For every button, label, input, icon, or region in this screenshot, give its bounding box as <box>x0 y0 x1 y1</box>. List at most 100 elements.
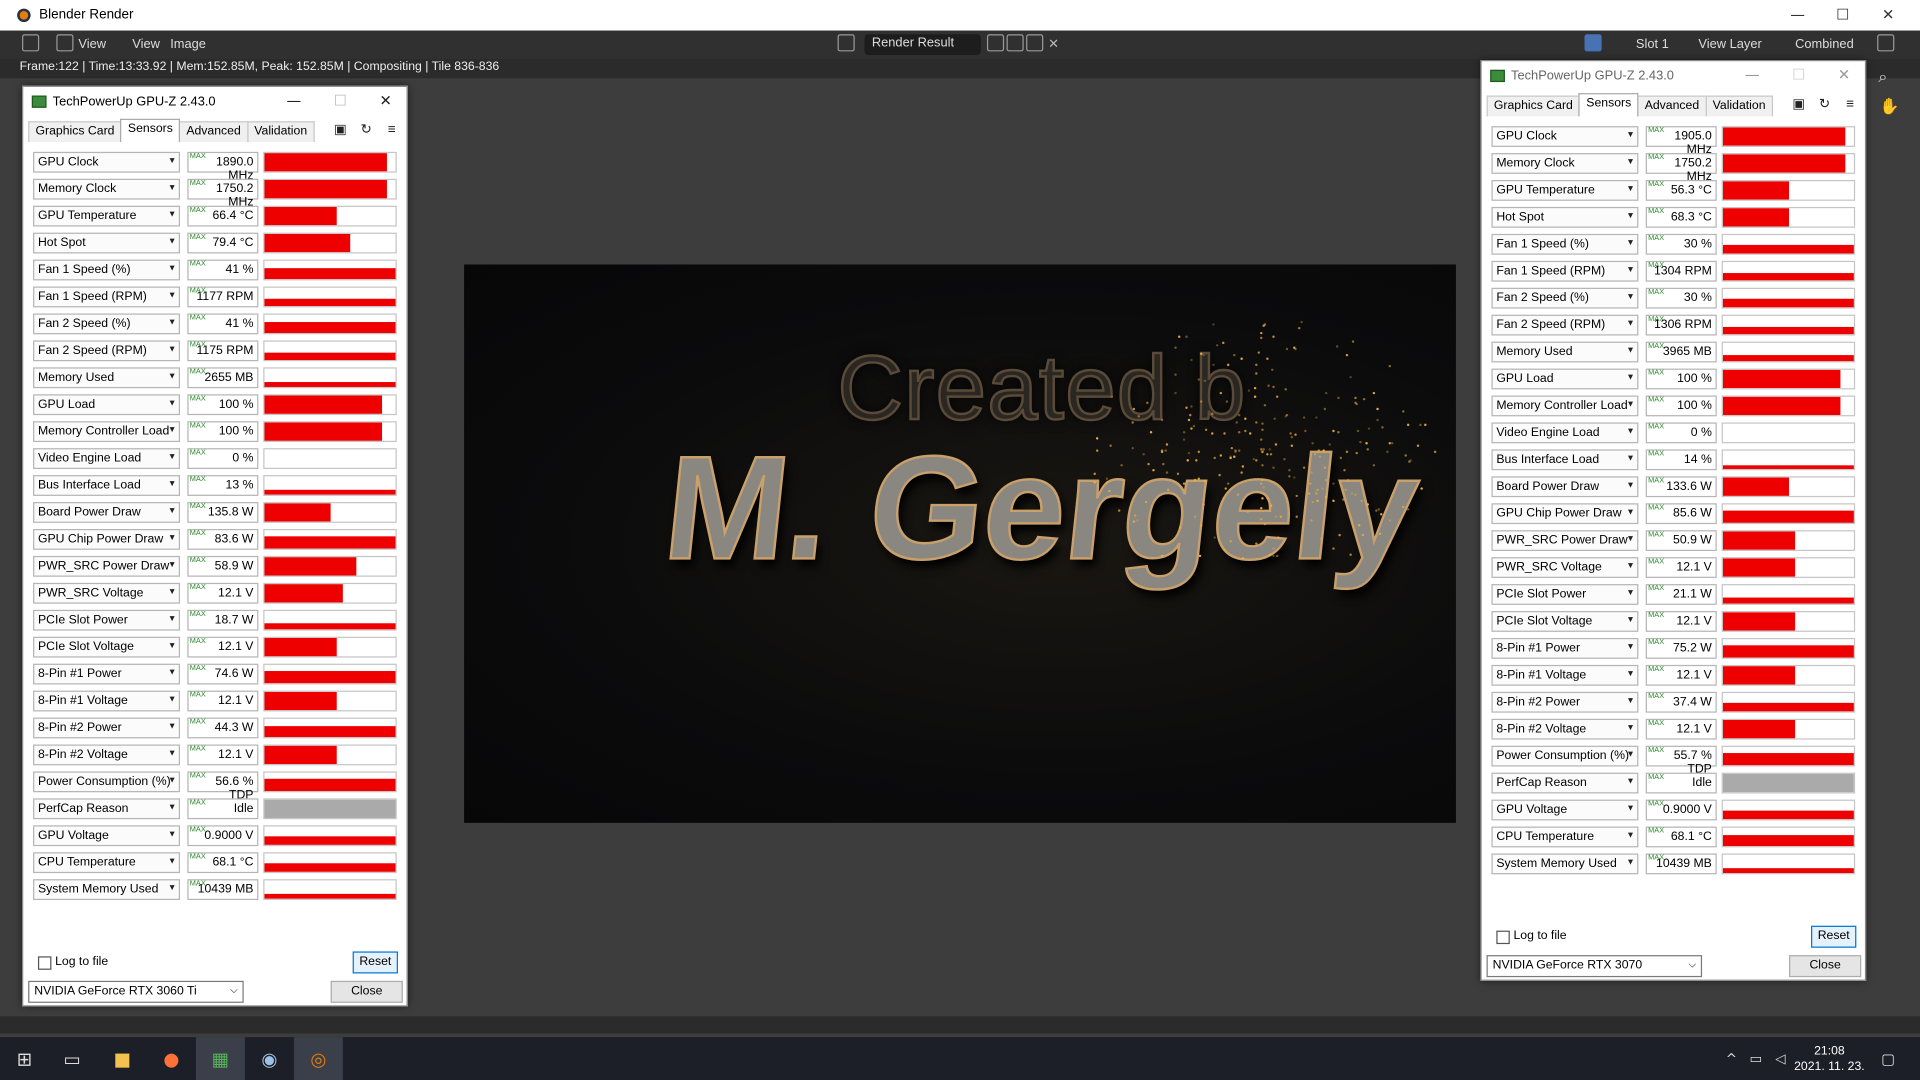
sensor-value[interactable]: MAX 30 % <box>1645 233 1717 255</box>
sidebar-toggle-icon[interactable] <box>1877 34 1895 52</box>
sensor-name-select[interactable]: 8-Pin #1 Power ▼ <box>1491 637 1639 659</box>
sensor-name-select[interactable]: GPU Voltage ▼ <box>1491 799 1639 821</box>
sensor-value[interactable]: MAX 30 % <box>1645 287 1717 309</box>
sensor-name-select[interactable]: Video Engine Load ▼ <box>1491 422 1639 444</box>
gpuz-minimize-button[interactable]: — <box>1744 66 1761 83</box>
sensor-name-select[interactable]: 8-Pin #1 Voltage ▼ <box>1491 664 1639 686</box>
gpuz-close-button-bottom[interactable]: Close <box>330 980 403 1003</box>
sensor-value[interactable]: MAX 1890.0 MHz <box>187 151 259 182</box>
sensor-value[interactable]: MAX 79.4 °C <box>187 232 259 254</box>
sensor-name-select[interactable]: Bus Interface Load ▼ <box>33 475 181 496</box>
sensor-name-select[interactable]: Board Power Draw ▼ <box>1491 476 1639 498</box>
sensor-value[interactable]: MAX 66.4 °C <box>187 205 259 227</box>
sensor-value[interactable]: MAX 1750.2 MHz <box>1645 153 1717 184</box>
windows-start-icon[interactable]: ⊞ <box>10 1044 39 1073</box>
sensor-name-select[interactable]: PWR_SRC Voltage ▼ <box>1491 557 1639 578</box>
sensor-name-select[interactable]: Power Consumption (%) ▼ <box>1491 745 1639 767</box>
sensor-value[interactable]: MAX 12.1 V <box>187 636 259 658</box>
sensor-value[interactable]: MAX Idle <box>1645 772 1717 794</box>
notifications-icon[interactable]: ▢ <box>1873 1044 1902 1073</box>
sensor-value[interactable]: MAX 85.6 W <box>1645 503 1717 525</box>
sensor-name-select[interactable]: GPU Voltage ▼ <box>33 825 181 847</box>
sensor-value[interactable]: MAX 133.6 W <box>1645 476 1717 498</box>
sensor-value[interactable]: MAX 12.1 V <box>187 582 259 604</box>
render-result-field[interactable]: Render Result <box>864 34 981 56</box>
sensor-value[interactable]: MAX 1304 RPM <box>1645 260 1717 282</box>
log-to-file-checkbox[interactable] <box>1496 930 1510 945</box>
clock[interactable]: 21:08 2021. 11. 23. <box>1790 1043 1868 1075</box>
sensor-value[interactable]: MAX 1175 RPM <box>187 340 259 362</box>
display-channels-icon[interactable] <box>1584 34 1602 52</box>
gpuz-minimize-button[interactable]: — <box>285 92 302 109</box>
sensor-value[interactable]: MAX Idle <box>187 798 259 820</box>
sensor-name-select[interactable]: Fan 2 Speed (%) ▼ <box>1491 287 1639 309</box>
new-image-icon[interactable] <box>1006 34 1024 52</box>
sensor-value[interactable]: MAX 56.3 °C <box>1645 180 1717 201</box>
sensor-value[interactable]: MAX 1905.0 MHz <box>1645 126 1717 157</box>
sensor-value[interactable]: MAX 13 % <box>187 475 259 496</box>
sensor-value[interactable]: MAX 12.1 V <box>187 690 259 712</box>
sensor-name-select[interactable]: Video Engine Load ▼ <box>33 448 181 469</box>
gpuz-close-button[interactable]: ✕ <box>1836 66 1853 83</box>
sensor-name-select[interactable]: Fan 1 Speed (%) ▼ <box>1491 233 1639 255</box>
steam-icon[interactable]: ◉ <box>255 1044 284 1073</box>
view-layer-select[interactable]: View Layer <box>1698 37 1761 52</box>
sensor-value[interactable]: MAX 44.3 W <box>187 717 259 739</box>
camera-icon[interactable]: ▣ <box>332 121 349 138</box>
render-pass-select[interactable]: Combined <box>1795 37 1854 52</box>
sensor-value[interactable]: MAX 68.1 °C <box>1645 826 1717 848</box>
editor-type-icon[interactable] <box>22 34 40 52</box>
sensor-name-select[interactable]: PerfCap Reason ▼ <box>33 798 181 820</box>
sensor-name-select[interactable]: 8-Pin #2 Voltage ▼ <box>1491 718 1639 740</box>
sensor-name-select[interactable]: GPU Chip Power Draw ▼ <box>33 528 181 550</box>
sensor-value[interactable]: MAX 21.1 W <box>1645 584 1717 605</box>
sensor-name-select[interactable]: PCIe Slot Voltage ▼ <box>1491 611 1639 632</box>
sensor-value[interactable]: MAX 12.1 V <box>1645 557 1717 578</box>
sensor-name-select[interactable]: Memory Used ▼ <box>1491 341 1639 363</box>
sensor-name-select[interactable]: Fan 2 Speed (%) ▼ <box>33 313 181 335</box>
sensor-name-select[interactable]: Memory Clock ▼ <box>33 178 181 200</box>
tab-sensors[interactable]: Sensors <box>120 118 181 143</box>
sensor-value[interactable]: MAX 0.9000 V <box>187 825 259 847</box>
sensor-name-select[interactable]: GPU Clock ▼ <box>33 151 181 173</box>
refresh-icon[interactable]: ↻ <box>1816 96 1833 113</box>
sensor-value[interactable]: MAX 12.1 V <box>1645 611 1717 632</box>
tab-graphics-card[interactable]: Graphics Card <box>1486 95 1581 117</box>
sensor-name-select[interactable]: PCIe Slot Voltage ▼ <box>33 636 181 658</box>
sensor-name-select[interactable]: GPU Load ▼ <box>1491 368 1639 390</box>
slot-select[interactable]: Slot 1 <box>1636 37 1669 52</box>
log-to-file-checkbox[interactable] <box>37 956 52 970</box>
sensor-name-select[interactable]: System Memory Used ▼ <box>1491 853 1639 875</box>
open-image-icon[interactable] <box>1026 34 1044 52</box>
sensor-name-select[interactable]: 8-Pin #1 Power ▼ <box>33 663 181 685</box>
sensor-name-select[interactable]: GPU Clock ▼ <box>1491 126 1639 147</box>
sensor-name-select[interactable]: PCIe Slot Power ▼ <box>33 609 181 631</box>
tab-validation[interactable]: Validation <box>1705 95 1773 117</box>
tab-advanced[interactable]: Advanced <box>1637 95 1707 117</box>
pan-hand-icon[interactable]: ✋ <box>1880 98 1900 116</box>
sensor-name-select[interactable]: Power Consumption (%) ▼ <box>33 771 181 793</box>
sensor-value[interactable]: MAX 55.7 % TDP <box>1645 745 1717 776</box>
sensor-name-select[interactable]: Fan 1 Speed (RPM) ▼ <box>33 286 181 308</box>
sensor-name-select[interactable]: 8-Pin #1 Voltage ▼ <box>33 690 181 712</box>
sensor-value[interactable]: MAX 1177 RPM <box>187 286 259 308</box>
view-menu-1[interactable]: View <box>78 37 106 52</box>
firefox-icon[interactable]: ● <box>157 1044 186 1073</box>
sensor-value[interactable]: MAX 68.1 °C <box>187 852 259 874</box>
sensor-value[interactable]: MAX 10439 MB <box>1645 853 1717 875</box>
task-view-icon[interactable]: ▭ <box>58 1044 87 1073</box>
sensor-name-select[interactable]: System Memory Used ▼ <box>33 879 181 901</box>
tab-validation[interactable]: Validation <box>246 121 315 143</box>
sensor-value[interactable]: MAX 100 % <box>187 421 259 443</box>
sensor-name-select[interactable]: PerfCap Reason ▼ <box>1491 772 1639 794</box>
sensor-value[interactable]: MAX 2655 MB <box>187 367 259 389</box>
sensor-value[interactable]: MAX 14 % <box>1645 449 1717 471</box>
sensor-value[interactable]: MAX 100 % <box>187 394 259 416</box>
sensor-name-select[interactable]: 8-Pin #2 Voltage ▼ <box>33 744 181 766</box>
sensor-value[interactable]: MAX 0 % <box>187 448 259 469</box>
tab-graphics-card[interactable]: Graphics Card <box>28 121 122 143</box>
sensor-value[interactable]: MAX 100 % <box>1645 395 1717 417</box>
sensor-name-select[interactable]: GPU Load ▼ <box>33 394 181 416</box>
sensor-name-select[interactable]: Fan 1 Speed (%) ▼ <box>33 259 181 281</box>
sensor-name-select[interactable]: Board Power Draw ▼ <box>33 502 181 523</box>
